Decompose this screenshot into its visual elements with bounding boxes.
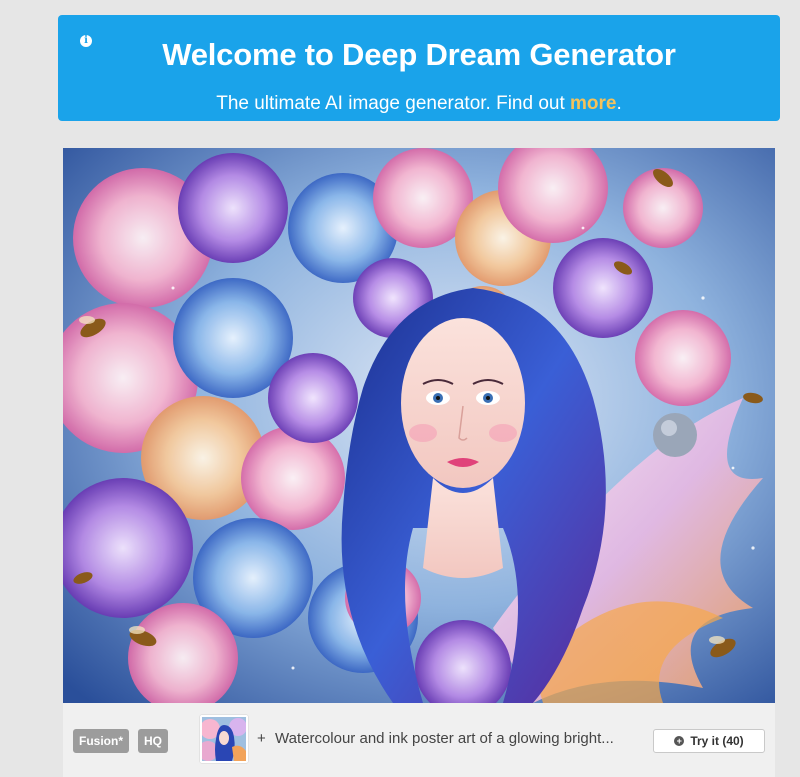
fusion-badge[interactable]: Fusion* — [73, 729, 129, 753]
artwork-svg — [63, 148, 775, 703]
more-link[interactable]: more — [570, 93, 616, 114]
prompt-text[interactable]: Watercolour and ink poster art of a glow… — [275, 730, 647, 747]
plus-sign: + — [257, 730, 266, 747]
feed-card: Fusion* HQ + Watercolour and ink poster … — [63, 148, 775, 777]
banner-title: Welcome to Deep Dream Generator — [162, 37, 676, 72]
banner-subtitle: The ultimate AI image generator. Find ou… — [58, 93, 780, 115]
try-it-button[interactable]: + Try it (40) — [653, 729, 765, 753]
try-it-label: Try it (40) — [690, 734, 744, 748]
hq-badge[interactable]: HQ — [138, 729, 168, 753]
card-footer: Fusion* HQ + Watercolour and ink poster … — [63, 703, 775, 777]
artwork-thumbnail[interactable] — [200, 715, 248, 763]
banner-subtitle-text: The ultimate AI image generator. Find ou… — [216, 93, 571, 114]
page: i Welcome to Deep Dream Generator The ul… — [0, 0, 800, 777]
plus-circle-icon: + — [674, 736, 685, 746]
banner-subtitle-end: . — [616, 93, 622, 114]
thumbnail-svg — [202, 717, 246, 761]
welcome-banner: i Welcome to Deep Dream Generator The ul… — [58, 15, 780, 121]
artwork-image[interactable] — [63, 148, 775, 703]
